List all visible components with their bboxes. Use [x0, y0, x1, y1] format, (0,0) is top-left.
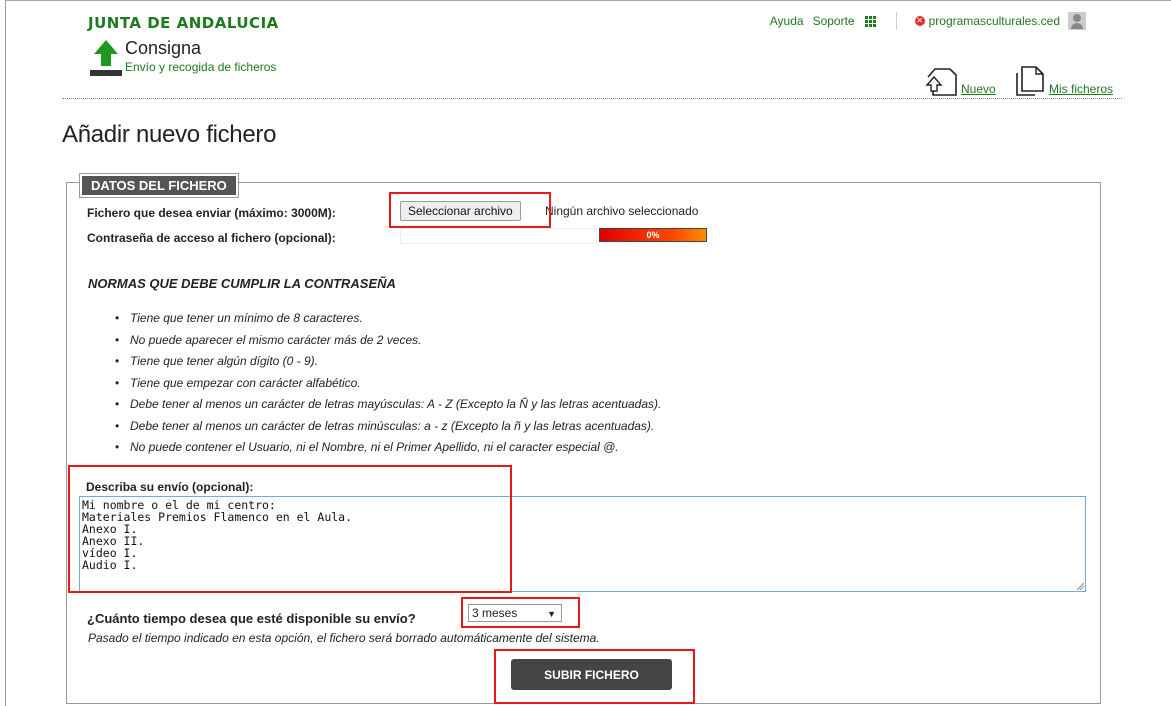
list-item: Tiene que tener algún dígito (0 - 9).: [115, 354, 661, 376]
password-label: Contraseña de acceso al fichero (opciona…: [87, 231, 336, 245]
help-link[interactable]: Ayuda: [770, 14, 804, 28]
list-item: Tiene que empezar con carácter alfabétic…: [115, 376, 661, 398]
close-circle-icon: ✕: [914, 16, 925, 26]
my-files-label[interactable]: Mis ficheros: [1049, 82, 1113, 96]
description-label: Describa su envío (opcional):: [86, 480, 254, 494]
availability-label: ¿Cuánto tiempo desea que esté disponible…: [87, 611, 416, 626]
window-edge: [5, 0, 6, 706]
support-link[interactable]: Soporte: [813, 14, 855, 28]
list-item: No puede contener el Usuario, ni el Nomb…: [115, 440, 661, 462]
dropdown-arrow-icon: ▼: [547, 609, 556, 619]
user-avatar-icon[interactable]: [1068, 12, 1086, 30]
password-rules-title: NORMAS QUE DEBE CUMPLIR LA CONTRASEÑA: [88, 276, 396, 291]
list-item: Tiene que tener un mínimo de 8 caractere…: [115, 311, 661, 333]
new-file-nav[interactable]: Nuevo: [925, 65, 996, 97]
resize-handle-icon[interactable]: [1076, 582, 1084, 590]
description-textarea[interactable]: Mi nombre o el de mi centro: Materiales …: [79, 496, 1086, 592]
window-edge-top: [5, 0, 1171, 1]
file-label: Fichero que desea enviar (máximo: 3000M)…: [87, 206, 336, 220]
app-name[interactable]: Consigna: [125, 38, 201, 59]
brand-logo[interactable]: JUNTA DE ANDALUCIA: [88, 14, 279, 32]
user-link[interactable]: programasculturales.ced: [929, 14, 1060, 28]
fieldset-legend: DATOS DEL FICHERO: [79, 173, 239, 198]
my-files-nav[interactable]: Mis ficheros: [1013, 65, 1113, 97]
password-strength-meter: 0%: [599, 228, 707, 242]
upload-icon: [90, 40, 122, 76]
header-divider: [62, 98, 1122, 99]
list-item: No puede aparecer el mismo carácter más …: [115, 333, 661, 355]
new-document-icon: [925, 68, 957, 96]
password-rules-list: Tiene que tener un mínimo de 8 caractere…: [115, 311, 661, 462]
upload-file-button[interactable]: SUBIR FICHERO: [511, 659, 672, 690]
page-title: Añadir nuevo fichero: [62, 121, 277, 148]
app-subtitle: Envío y recogida de ficheros: [125, 60, 277, 74]
availability-select[interactable]: 3 meses ▼: [468, 604, 562, 622]
new-file-label[interactable]: Nuevo: [961, 82, 996, 96]
availability-note: Pasado el tiempo indicado en esta opción…: [88, 631, 600, 645]
list-item: Debe tener al menos un carácter de letra…: [115, 419, 661, 441]
top-links: Ayuda Soporte ✕ programasculturales.ced: [770, 12, 1086, 30]
apps-grid-icon[interactable]: [864, 15, 876, 27]
documents-icon: [1016, 66, 1044, 96]
availability-selected: 3 meses: [472, 606, 518, 620]
password-input[interactable]: [400, 228, 597, 244]
select-file-button[interactable]: Seleccionar archivo: [400, 201, 521, 221]
file-status: Ningún archivo seleccionado: [545, 204, 699, 218]
list-item: Debe tener al menos un carácter de letra…: [115, 397, 661, 419]
divider: [895, 12, 897, 30]
